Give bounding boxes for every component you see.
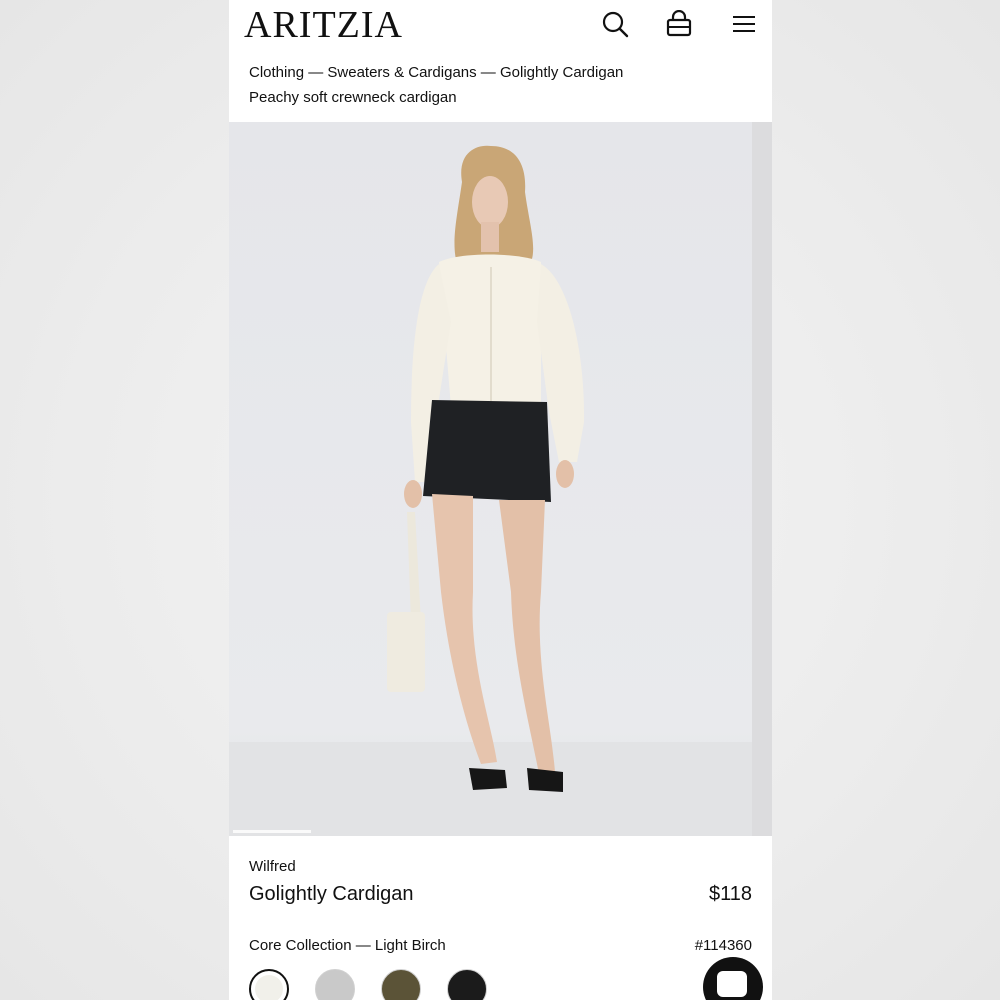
breadcrumb-item-current: Golightly Cardigan: [499, 64, 624, 81]
product-sku: #114360: [694, 937, 752, 954]
color-swatch[interactable]: [381, 969, 421, 1000]
product-tagline: Peachy soft crewneck cardigan: [249, 89, 457, 106]
breadcrumb-item-sweaters[interactable]: Sweaters & Cardigans: [327, 64, 476, 81]
breadcrumb-separator: —: [304, 64, 328, 81]
product-color-name: Core Collection — Light Birch: [249, 937, 446, 954]
product-name: Golightly Cardigan: [249, 883, 414, 905]
product-price: $118: [708, 883, 752, 905]
breadcrumb: Clothing — Sweaters & Cardigans — Goligh…: [249, 64, 623, 81]
color-swatches: [249, 969, 487, 1000]
product-brand[interactable]: Wilfred: [249, 858, 296, 875]
breadcrumb-item-clothing[interactable]: Clothing: [249, 64, 304, 81]
menu-icon[interactable]: [730, 10, 758, 38]
color-swatch[interactable]: [447, 969, 487, 1000]
shopping-bag-icon[interactable]: [665, 9, 693, 38]
brand-logo[interactable]: ARITZIA: [244, 4, 403, 46]
color-swatch[interactable]: [315, 969, 355, 1000]
color-swatch[interactable]: [249, 969, 289, 1000]
model-photo: [229, 145, 752, 836]
header: ARITZIA: [229, 0, 772, 52]
phone-screen: ARITZIA Clothing — Sweaters & Cardigans …: [229, 0, 772, 1000]
gallery-progress-fill: [233, 830, 311, 833]
chat-icon: [717, 971, 747, 997]
product-image[interactable]: [229, 122, 772, 836]
chat-button[interactable]: [703, 957, 763, 1000]
search-icon[interactable]: [601, 10, 629, 38]
gallery-progress: [233, 830, 753, 833]
breadcrumb-separator: —: [476, 64, 500, 81]
next-image-peek[interactable]: [752, 122, 772, 836]
